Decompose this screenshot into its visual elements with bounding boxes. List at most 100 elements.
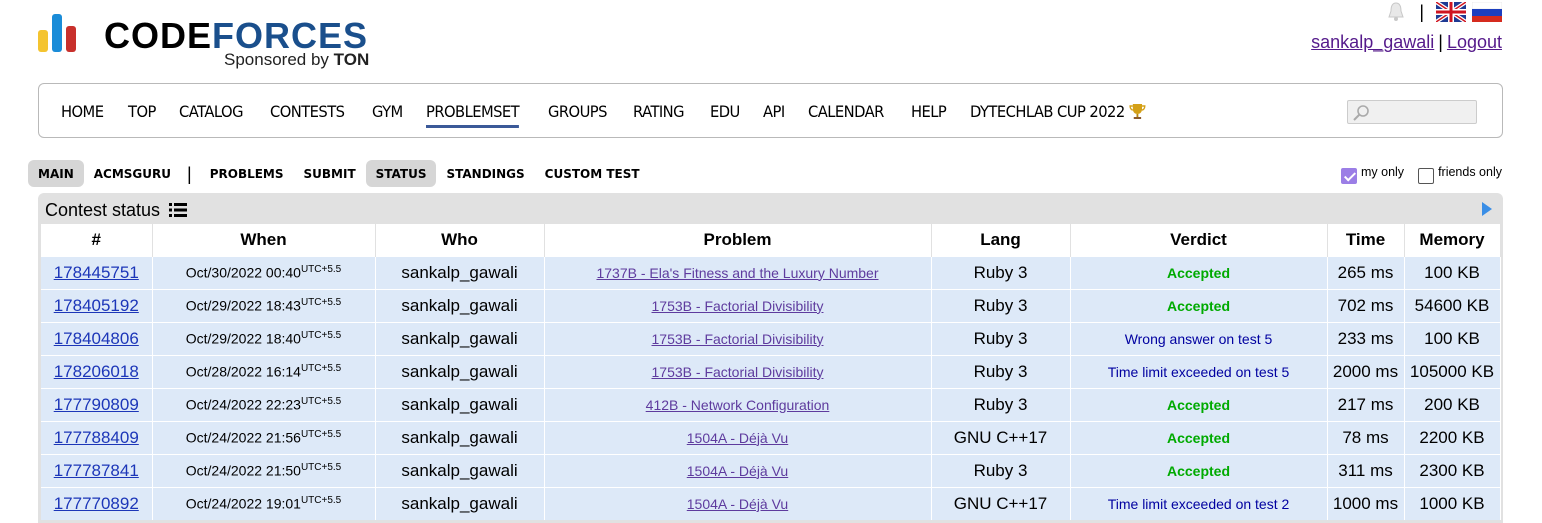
lang-cell: Ruby 3 <box>931 387 1071 421</box>
memory-cell: 54600 KB <box>1404 288 1501 322</box>
nav-rating[interactable]: RATING <box>633 102 685 128</box>
submission-id-link[interactable]: 178445751 <box>54 263 139 282</box>
problem-link[interactable]: 1504A - Déjà Vu <box>687 496 788 512</box>
status-filters: my only friends only <box>1340 165 1502 184</box>
tab-submit[interactable]: SUBMIT <box>294 160 366 187</box>
logo-bar-blue <box>52 14 62 52</box>
nav-top[interactable]: TOP <box>128 102 156 128</box>
submission-id-link[interactable]: 177790809 <box>54 395 139 414</box>
second-menu: MAIN ACMSGURU | PROBLEMS SUBMIT STATUS S… <box>28 160 650 187</box>
verdict[interactable]: Time limit exceeded on test 2 <box>1108 496 1290 512</box>
my-only-label: my only <box>1360 165 1405 179</box>
submission-id-cell: 178405192 <box>41 288 153 322</box>
tab-problems[interactable]: PROBLEMS <box>200 160 294 187</box>
time-cell: 2000 ms <box>1327 354 1405 388</box>
logo-bar-red <box>66 26 76 52</box>
nav-gym[interactable]: GYM <box>372 102 403 128</box>
memory-consumed: 1000 KB <box>1419 493 1485 513</box>
submission-id-link[interactable]: 178405192 <box>54 296 139 315</box>
memory-cell: 2300 KB <box>1404 453 1501 487</box>
submission-id-link[interactable]: 177770892 <box>54 494 139 513</box>
problem-link[interactable]: 1753B - Factorial Divisibility <box>652 364 824 380</box>
language: Ruby 3 <box>973 295 1028 315</box>
flag-ru-icon[interactable] <box>1472 2 1502 22</box>
time-cell: 311 ms <box>1327 453 1405 487</box>
problem-link[interactable]: 1504A - Déjà Vu <box>687 430 788 446</box>
time-cell: 78 ms <box>1327 420 1405 454</box>
nav-calendar[interactable]: CALENDAR <box>808 102 884 128</box>
author-cell: sankalp_gawali <box>375 387 545 421</box>
lang-cell: Ruby 3 <box>931 255 1071 289</box>
submission-id-link[interactable]: 177788409 <box>54 428 139 447</box>
contest-status-panel: Contest status # When Who Problem Lang V… <box>38 193 1503 523</box>
verdict[interactable]: Wrong answer on test 5 <box>1125 331 1273 347</box>
search-input[interactable] <box>1347 100 1477 124</box>
tab-custom-test[interactable]: CUSTOM TEST <box>535 160 650 187</box>
submission-time: Oct/28/2022 16:14 <box>185 363 301 380</box>
problem-link[interactable]: 1504A - Déjà Vu <box>687 463 788 479</box>
nav-groups[interactable]: GROUPS <box>548 102 607 128</box>
memory-cell: 2200 KB <box>1404 420 1501 454</box>
verdict: Accepted <box>1166 297 1231 314</box>
nav-help[interactable]: HELP <box>911 102 947 128</box>
submission-time: Oct/29/2022 18:40 <box>185 330 301 347</box>
nav-api[interactable]: API <box>763 102 785 128</box>
verdict: Accepted <box>1166 462 1231 479</box>
submission-time-cell: Oct/28/2022 16:14UTC+5.5 <box>152 354 376 388</box>
nav-edu[interactable]: EDU <box>710 102 740 128</box>
submission-id-link[interactable]: 177787841 <box>54 461 139 480</box>
submission-time: Oct/24/2022 19:01 <box>185 496 301 513</box>
table-row: 177787841 Oct/24/2022 21:50UTC+5.5 sankalp… <box>41 453 1501 487</box>
friends-only-filter[interactable]: friends only <box>1418 165 1502 184</box>
lang-cell: GNU C++17 <box>931 486 1071 520</box>
submission-time: Oct/24/2022 21:56 <box>185 429 301 446</box>
memory-consumed: 54600 KB <box>1414 295 1490 315</box>
tab-standings[interactable]: STANDINGS <box>436 160 534 187</box>
problem-link[interactable]: 1753B - Factorial Divisibility <box>652 298 824 314</box>
col-header-when[interactable]: When <box>152 224 376 256</box>
tab-main[interactable]: MAIN <box>28 160 84 187</box>
nav-catalog[interactable]: CATALOG <box>179 102 243 128</box>
submission-time: Oct/29/2022 18:43 <box>185 297 301 314</box>
tab-acmsguru[interactable]: ACMSGURU <box>84 160 181 187</box>
col-header-verdict[interactable]: Verdict <box>1070 224 1328 256</box>
nav-dytechlab-cup[interactable]: DYTECHLAB CUP 2022 <box>970 102 1146 128</box>
col-header-time[interactable]: Time <box>1327 224 1405 256</box>
problem-link[interactable]: 1753B - Factorial Divisibility <box>652 331 824 347</box>
logout-link[interactable]: Logout <box>1447 32 1502 52</box>
submission-time: Oct/24/2022 21:50 <box>185 462 301 479</box>
col-header-id[interactable]: # <box>41 224 153 256</box>
flag-uk-icon[interactable] <box>1436 2 1466 22</box>
language: Ruby 3 <box>973 262 1028 282</box>
my-only-checkbox[interactable] <box>1340 168 1357 184</box>
problem-link[interactable]: 1737B - Ela's Fitness and the Luxury Num… <box>596 265 878 281</box>
arrow-right-icon[interactable] <box>1481 201 1493 217</box>
memory-consumed: 2300 KB <box>1419 460 1485 480</box>
my-only-filter[interactable]: my only <box>1340 165 1405 184</box>
table-row: 178445751 Oct/30/2022 00:40UTC+5.5 sankalp… <box>41 255 1501 289</box>
submission-id-link[interactable]: 178206018 <box>54 362 139 381</box>
memory-cell: 100 KB <box>1404 321 1501 355</box>
col-header-problem[interactable]: Problem <box>544 224 932 256</box>
tab-status[interactable]: STATUS <box>365 160 437 187</box>
col-header-lang[interactable]: Lang <box>931 224 1071 256</box>
verdict[interactable]: Time limit exceeded on test 5 <box>1108 364 1290 380</box>
username-link[interactable]: sankalp_gawali <box>1311 32 1434 52</box>
author: sankalp_gawali <box>401 493 518 513</box>
nav-problemset[interactable]: PROBLEMSET <box>426 102 520 128</box>
nav-home[interactable]: HOME <box>61 102 104 128</box>
memory-consumed: 105000 KB <box>1409 361 1495 381</box>
col-header-memory[interactable]: Memory <box>1404 224 1501 256</box>
time-cell: 233 ms <box>1327 321 1405 355</box>
problem-link[interactable]: 412B - Network Configuration <box>646 397 830 413</box>
list-icon <box>169 203 188 217</box>
problem-cell: 1753B - Factorial Divisibility <box>544 354 932 388</box>
user-separator: | <box>1438 32 1443 52</box>
submission-id-link[interactable]: 178404806 <box>54 329 139 348</box>
problem-cell: 412B - Network Configuration <box>544 387 932 421</box>
nav-contests[interactable]: CONTESTS <box>270 102 345 128</box>
col-header-who[interactable]: Who <box>375 224 545 256</box>
friends-only-checkbox[interactable] <box>1418 168 1435 184</box>
codeforces-logo[interactable]: CODEFORCES Sponsored by TON <box>38 8 388 72</box>
bell-icon[interactable] <box>1385 2 1407 22</box>
